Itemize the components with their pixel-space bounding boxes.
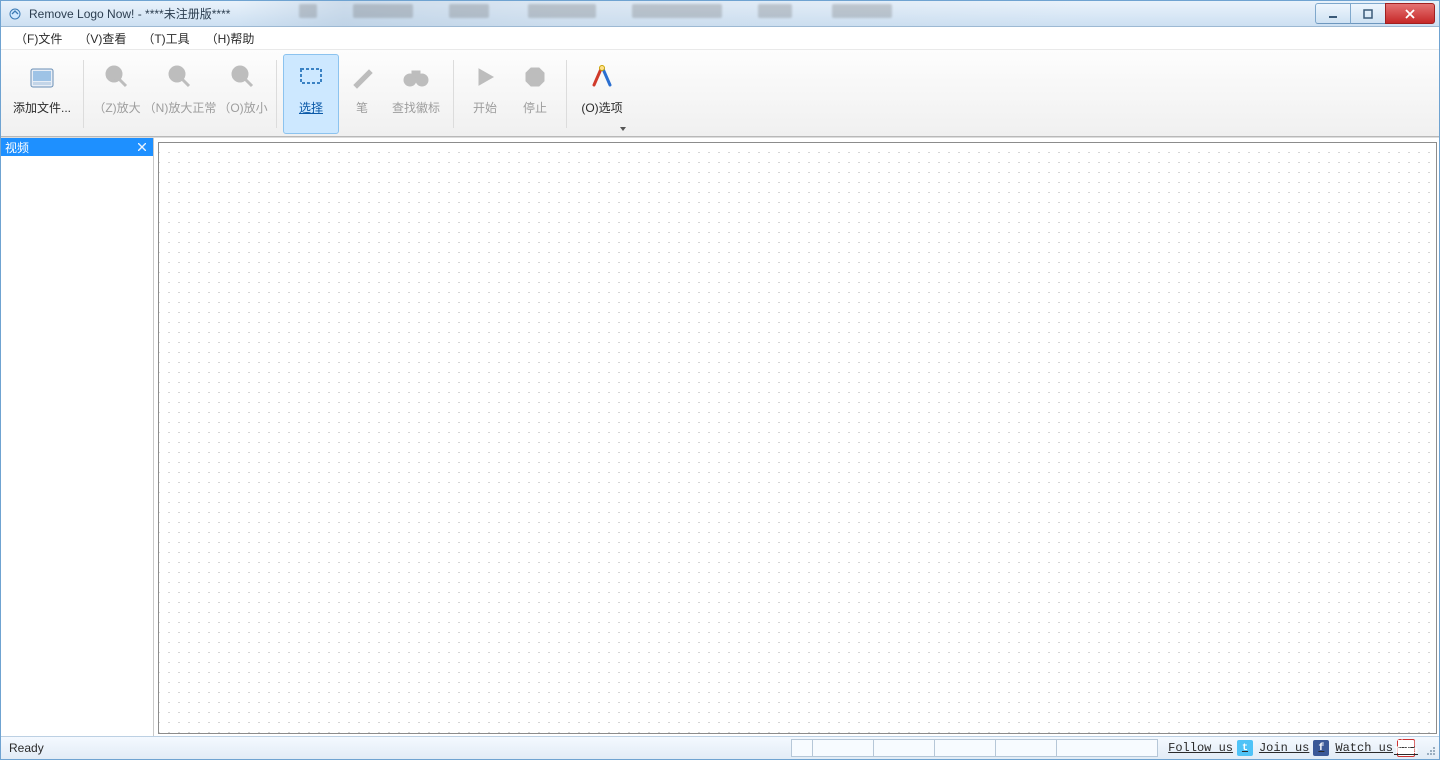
- follow-us-label: Follow us: [1168, 741, 1233, 755]
- sidebar-body[interactable]: [1, 156, 153, 736]
- canvas[interactable]: [158, 142, 1437, 734]
- twitter-icon: t: [1237, 740, 1253, 756]
- close-icon: [138, 143, 146, 151]
- pen-icon: [346, 61, 378, 93]
- options-label: (O)选项: [581, 99, 622, 116]
- toolbar-separator: [453, 60, 454, 128]
- app-icon: [7, 6, 23, 22]
- zoom-in-button[interactable]: （Z)放大: [90, 54, 144, 134]
- follow-us-link[interactable]: Follow us t: [1168, 740, 1253, 756]
- toolbar: 添加文件... （Z)放大 （N)放大正常 （O)放: [1, 50, 1439, 137]
- binoculars-icon: [400, 61, 432, 93]
- sidebar-close-button[interactable]: [135, 140, 149, 154]
- app-window: Remove Logo Now! - ****未注册版**** （F)文件 （V…: [0, 0, 1440, 760]
- stop-button[interactable]: 停止: [510, 54, 560, 134]
- status-cell: [1056, 739, 1158, 757]
- zoom-in-label: （Z)放大: [93, 99, 140, 116]
- add-files-icon: [26, 61, 58, 93]
- join-us-link[interactable]: Join us f: [1259, 740, 1329, 756]
- add-files-button[interactable]: 添加文件...: [7, 54, 77, 134]
- start-label: 开始: [473, 99, 497, 116]
- menubar: （F)文件 （V)查看 （T)工具 （H)帮助: [1, 27, 1439, 50]
- status-cells: [792, 739, 1158, 757]
- zoom-100-button[interactable]: （N)放大正常: [144, 54, 216, 134]
- toolbar-separator: [276, 60, 277, 128]
- sidebar-title: 视频: [5, 139, 29, 156]
- chevron-down-icon: [620, 127, 626, 131]
- minimize-button[interactable]: [1315, 3, 1351, 24]
- zoom-in-icon: [101, 61, 133, 93]
- titlebar-spacer: [236, 1, 1310, 26]
- statusbar: Ready Follow us t Join us f Watch us YouTub…: [1, 736, 1439, 759]
- select-tool-button[interactable]: 选择: [283, 54, 339, 134]
- maximize-icon: [1362, 8, 1374, 20]
- titlebar[interactable]: Remove Logo Now! - ****未注册版****: [1, 1, 1439, 27]
- status-text: Ready: [5, 741, 44, 755]
- canvas-wrap: [154, 138, 1439, 736]
- join-us-label: Join us: [1259, 741, 1309, 755]
- find-logo-button[interactable]: 查找徽标: [385, 54, 447, 134]
- window-title: Remove Logo Now! - ****未注册版****: [29, 5, 230, 22]
- select-tool-label: 选择: [299, 99, 323, 116]
- stop-label: 停止: [523, 99, 547, 116]
- zoom-100-label: （N)放大正常: [144, 99, 217, 116]
- maximize-button[interactable]: [1350, 3, 1386, 24]
- minimize-icon: [1327, 8, 1339, 20]
- stop-icon: [519, 61, 551, 93]
- status-cell: [812, 739, 874, 757]
- pen-tool-label: 笔: [356, 99, 368, 116]
- sidebar-header[interactable]: 视频: [1, 138, 153, 156]
- options-button[interactable]: (O)选项: [573, 54, 631, 134]
- status-cell: [934, 739, 996, 757]
- close-button[interactable]: [1385, 3, 1435, 24]
- menu-help[interactable]: （H)帮助: [198, 28, 263, 49]
- menu-tools[interactable]: （T)工具: [134, 28, 197, 49]
- menu-view[interactable]: （V)查看: [70, 28, 134, 49]
- zoom-100-icon: [164, 61, 196, 93]
- resize-grip[interactable]: [1419, 740, 1435, 756]
- find-logo-label: 查找徽标: [392, 99, 440, 116]
- watch-us-link[interactable]: Watch us YouTube: [1335, 739, 1415, 757]
- status-cell: [995, 739, 1057, 757]
- zoom-out-label: （O)放小: [218, 99, 267, 116]
- watch-us-label: Watch us: [1335, 741, 1393, 755]
- start-button[interactable]: 开始: [460, 54, 510, 134]
- options-icon: [586, 61, 618, 93]
- sidebar: 视频: [1, 138, 154, 736]
- toolbar-separator: [566, 60, 567, 128]
- window-controls: [1316, 3, 1435, 24]
- menu-file[interactable]: （F)文件: [7, 28, 70, 49]
- zoom-out-button[interactable]: （O)放小: [216, 54, 270, 134]
- marquee-icon: [295, 61, 327, 93]
- status-cell: [791, 739, 813, 757]
- social-links: Follow us t Join us f Watch us YouTube: [1168, 739, 1415, 757]
- status-cell: [873, 739, 935, 757]
- toolbar-separator: [83, 60, 84, 128]
- facebook-icon: f: [1313, 740, 1329, 756]
- play-icon: [469, 61, 501, 93]
- pen-tool-button[interactable]: 笔: [339, 54, 385, 134]
- main-area: 视频: [1, 137, 1439, 736]
- youtube-icon: YouTube: [1397, 739, 1415, 757]
- zoom-out-icon: [227, 61, 259, 93]
- add-files-label: 添加文件...: [13, 99, 71, 116]
- close-icon: [1403, 8, 1417, 20]
